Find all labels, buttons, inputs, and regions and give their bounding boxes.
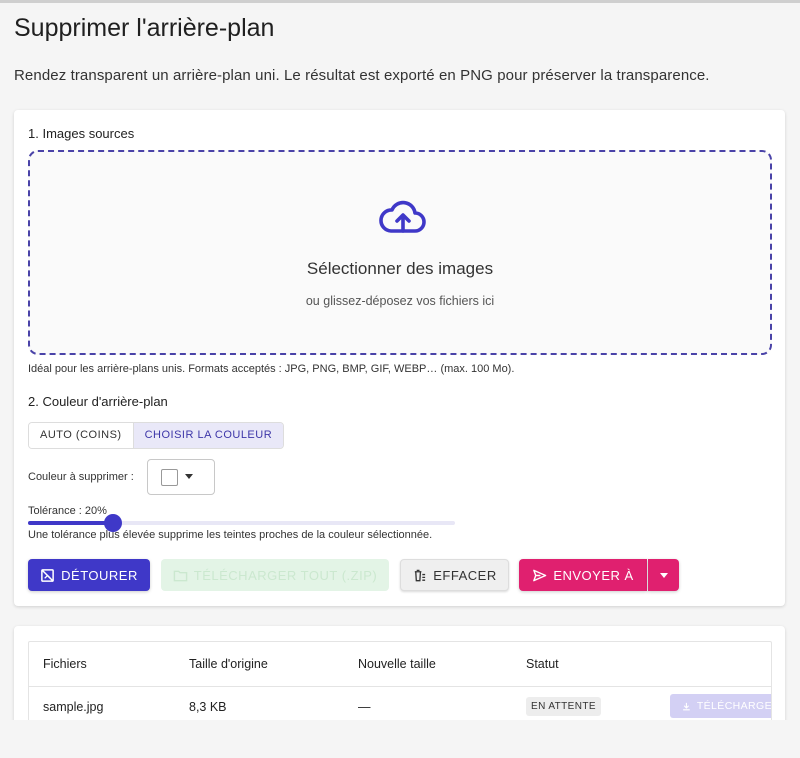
image-dropzone[interactable]: Sélectionner des images ou glissez-dépos…: [28, 150, 772, 355]
row-download-button[interactable]: TÉLÉCHARGER: [670, 694, 772, 718]
top-divider: [0, 0, 800, 3]
send-to-dropdown-button[interactable]: [648, 559, 679, 591]
folder-download-icon: [173, 570, 188, 581]
mode-choose-color-button[interactable]: CHOISIR LA COULEUR: [132, 423, 284, 448]
header-original-size: Taille d'origine: [189, 657, 268, 671]
color-to-remove-label: Couleur à supprimer :: [28, 471, 134, 483]
dropzone-subtitle: ou glissez-déposez vos fichiers ici: [305, 294, 495, 308]
cloud-upload-icon: [379, 200, 426, 233]
source-section-label: 1. Images sources: [28, 126, 135, 141]
download-icon: [683, 702, 690, 710]
tolerance-slider-fill: [28, 521, 114, 525]
page-title: Supprimer l'arrière-plan: [14, 14, 275, 42]
clear-button-label: EFFACER: [433, 567, 497, 583]
image-off-icon: [41, 568, 55, 582]
trash-icon: [415, 569, 426, 581]
bottom-margin: [0, 720, 800, 758]
mode-toggle-group: AUTO (COINS) CHOISIR LA COULEUR: [28, 422, 285, 449]
row-divider: [29, 686, 771, 687]
header-files: Fichiers: [43, 657, 87, 671]
format-hint: Idéal pour les arrière-plans unis. Forma…: [28, 363, 515, 375]
detour-button-label: DÉTOURER: [61, 567, 138, 583]
caret-down-icon: [659, 572, 668, 578]
download-zip-button[interactable]: TÉLÉCHARGER TOUT (.ZIP): [161, 559, 389, 591]
page-description: Rendez transparent un arrière-plan uni. …: [14, 67, 710, 84]
send-icon: [533, 569, 547, 581]
cell-new-size: —: [358, 700, 371, 714]
tolerance-hint: Une tolérance plus élevée supprime les t…: [28, 529, 433, 541]
tolerance-label: Tolérance : 20%: [28, 505, 107, 517]
header-new-size: Nouvelle taille: [358, 657, 436, 671]
dropzone-title: Sélectionner des images: [306, 259, 494, 278]
caret-down-icon: [185, 474, 193, 479]
color-picker-button[interactable]: [147, 459, 215, 495]
download-zip-label: TÉLÉCHARGER TOUT (.ZIP): [193, 567, 378, 583]
mode-auto-button[interactable]: AUTO (COINS): [29, 423, 133, 448]
color-swatch: [161, 469, 178, 486]
status-badge: EN ATTENTE: [526, 697, 601, 716]
cell-file-name: sample.jpg: [43, 700, 104, 714]
send-to-label: ENVOYER À: [553, 567, 634, 583]
header-status: Statut: [526, 657, 559, 671]
clear-button[interactable]: EFFACER: [400, 559, 509, 591]
tolerance-slider[interactable]: [28, 514, 455, 532]
detour-button[interactable]: DÉTOURER: [28, 559, 150, 591]
settings-card: 1. Images sources Sélectionner des image…: [14, 110, 785, 606]
send-to-button[interactable]: ENVOYER À: [519, 559, 647, 591]
row-download-label: TÉLÉCHARGER: [696, 700, 772, 712]
cell-original-size: 8,3 KB: [189, 700, 227, 714]
background-section-label: 2. Couleur d'arrière-plan: [28, 394, 168, 409]
